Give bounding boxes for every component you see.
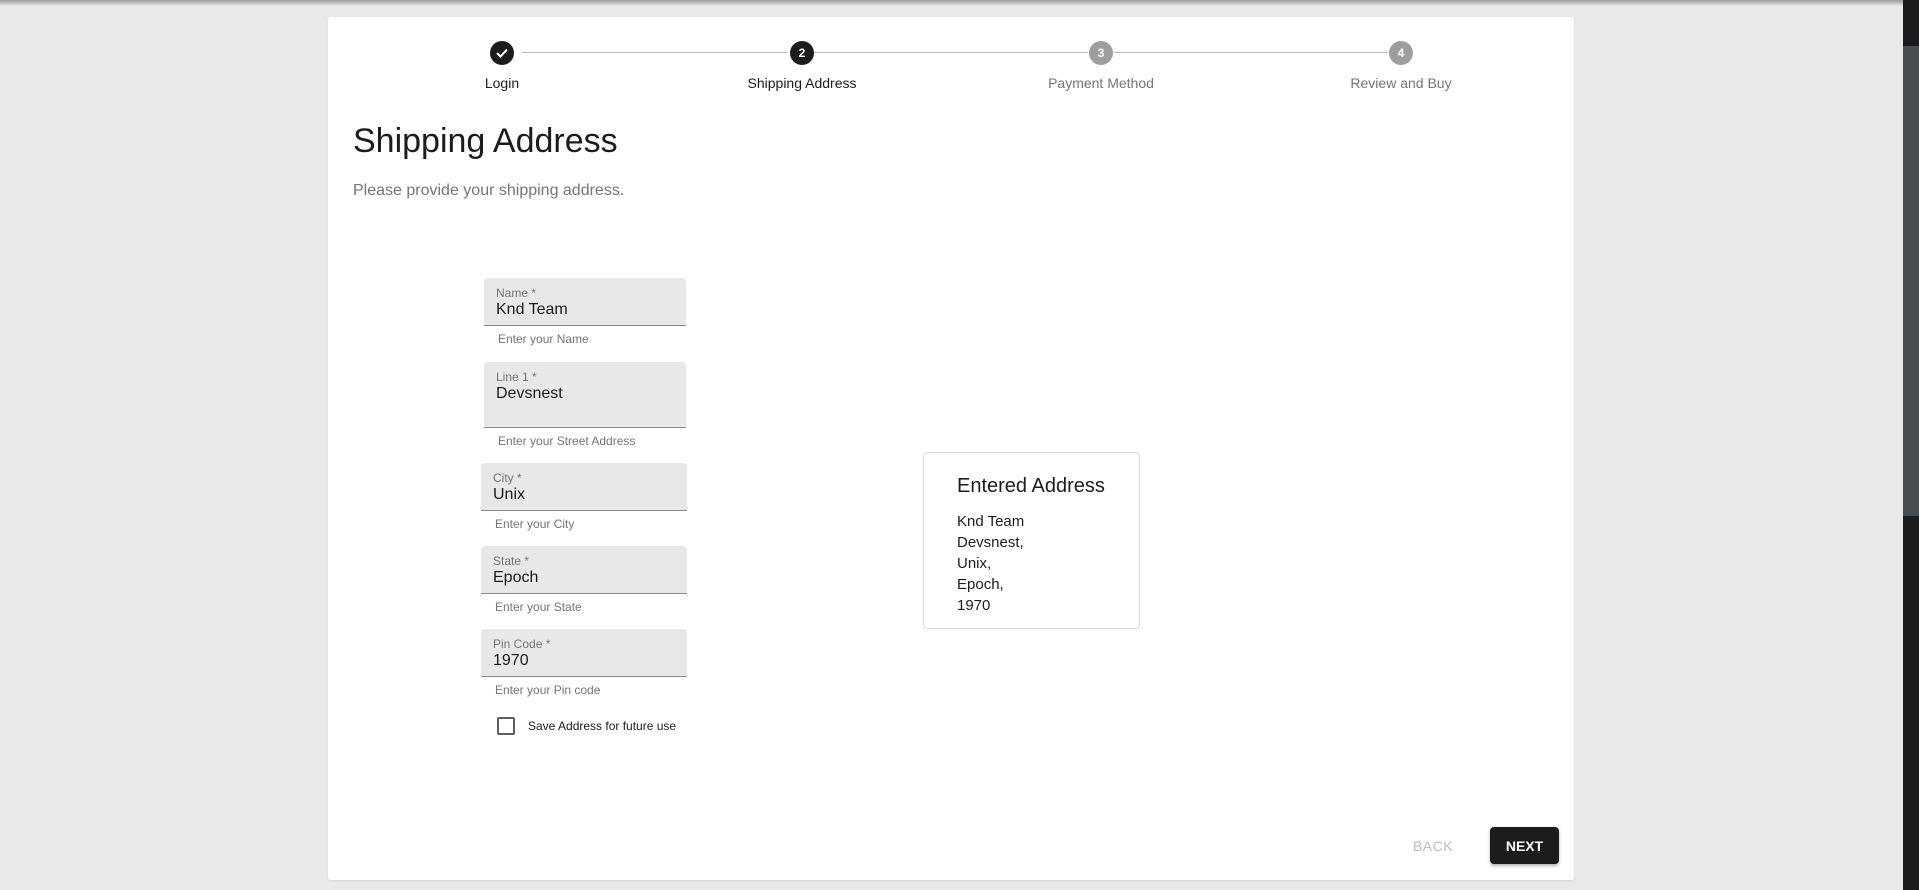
state-field: State * Enter your State (481, 546, 687, 614)
step-number-badge: 3 (1089, 41, 1113, 65)
pin-code-field: Pin Code * Enter your Pin code (481, 629, 687, 697)
field-helper: Enter your City (495, 517, 575, 531)
address-line: Devsnest, (957, 534, 1024, 551)
field-helper: Enter your State (495, 600, 582, 614)
vertical-scrollbar[interactable] (1903, 0, 1919, 890)
state-field-box[interactable]: State * (481, 546, 687, 594)
pin-code-input[interactable] (493, 651, 668, 671)
state-input[interactable] (493, 568, 668, 588)
field-label: City * (493, 471, 522, 485)
address-line: Knd Team (957, 513, 1025, 530)
address-lines: Knd Team Devsnest, Unix, Epoch, 1970 (957, 511, 1024, 616)
field-helper: Enter your Name (498, 332, 589, 346)
step-label: Review and Buy (1350, 75, 1452, 91)
name-field-box[interactable]: Name * (484, 278, 686, 326)
field-label: Line 1 * (496, 370, 537, 384)
checkout-card: Login 2 Shipping Address 3 Payment Metho… (328, 17, 1574, 880)
page-subtitle: Please provide your shipping address. (353, 182, 625, 199)
name-field: Name * Enter your Name (484, 278, 686, 346)
field-label: Pin Code * (493, 637, 551, 651)
step-number-badge: 2 (790, 41, 814, 65)
step-review-and-buy[interactable]: 4 Review and Buy (1301, 41, 1501, 91)
step-number-badge: 4 (1389, 41, 1413, 65)
field-helper: Enter your Pin code (495, 683, 601, 697)
back-button[interactable]: BACK (1401, 827, 1465, 864)
name-input[interactable] (496, 300, 671, 320)
address-line: Unix, (957, 555, 992, 572)
line1-field-box[interactable]: Line 1 * (484, 362, 686, 428)
checkbox-label: Save Address for future use (528, 719, 677, 733)
check-icon (490, 41, 514, 65)
field-label: Name * (496, 286, 537, 300)
step-login[interactable]: Login (402, 41, 602, 91)
step-shipping-address[interactable]: 2 Shipping Address (702, 41, 902, 91)
pin-code-field-box[interactable]: Pin Code * (481, 629, 687, 677)
page-title: Shipping Address (353, 122, 618, 160)
city-input[interactable] (493, 485, 668, 505)
step-payment-method[interactable]: 3 Payment Method (1001, 41, 1201, 91)
address-card-title: Entered Address (957, 475, 1105, 497)
field-helper: Enter your Street Address (498, 434, 636, 448)
top-shadow (0, 0, 1903, 6)
next-button[interactable]: NEXT (1490, 827, 1559, 864)
entered-address-card: Entered Address Knd Team Devsnest, Unix,… (923, 452, 1140, 629)
line1-field: Line 1 * Enter your Street Address (484, 362, 686, 448)
step-label: Payment Method (1048, 75, 1154, 91)
address-line: Epoch, (957, 576, 1004, 593)
city-field: City * Enter your City (481, 463, 687, 531)
step-label: Shipping Address (747, 75, 857, 91)
city-field-box[interactable]: City * (481, 463, 687, 511)
field-label: State * (493, 554, 530, 568)
line1-input[interactable] (496, 384, 671, 404)
save-address-checkbox-row[interactable]: Save Address for future use (497, 717, 676, 735)
scrollbar-thumb[interactable] (1903, 46, 1919, 516)
address-line: 1970 (957, 597, 991, 614)
step-label: Login (484, 75, 520, 91)
save-address-checkbox[interactable] (497, 717, 515, 735)
